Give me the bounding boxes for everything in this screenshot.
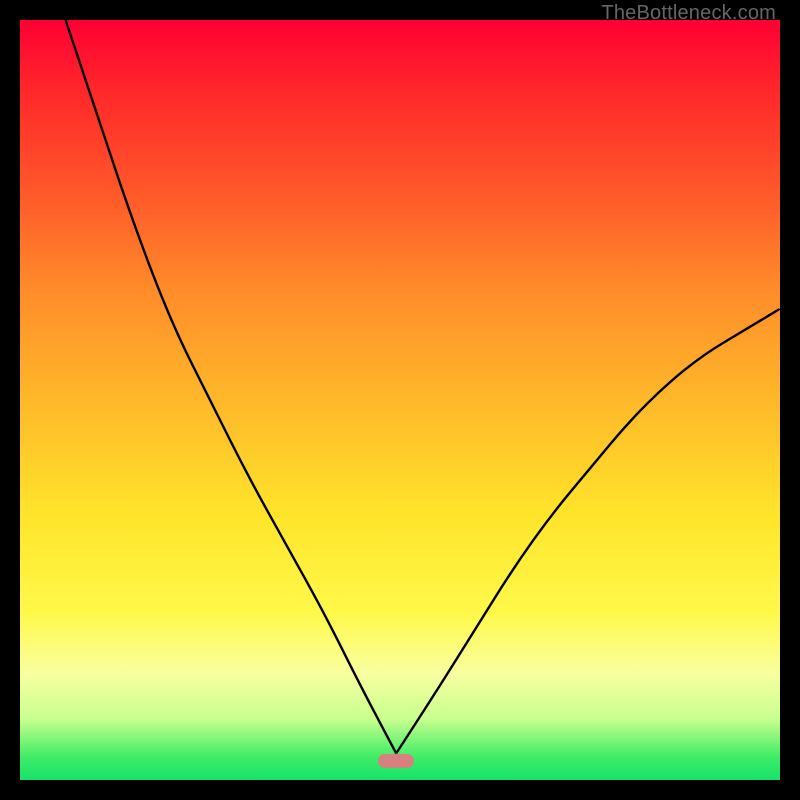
chart-frame: TheBottleneck.com bbox=[0, 0, 800, 800]
curve-left-branch bbox=[66, 20, 397, 753]
bottleneck-curve bbox=[20, 20, 780, 780]
plot-area bbox=[20, 20, 780, 780]
curve-right-branch bbox=[396, 309, 780, 754]
minimum-marker bbox=[378, 754, 414, 768]
